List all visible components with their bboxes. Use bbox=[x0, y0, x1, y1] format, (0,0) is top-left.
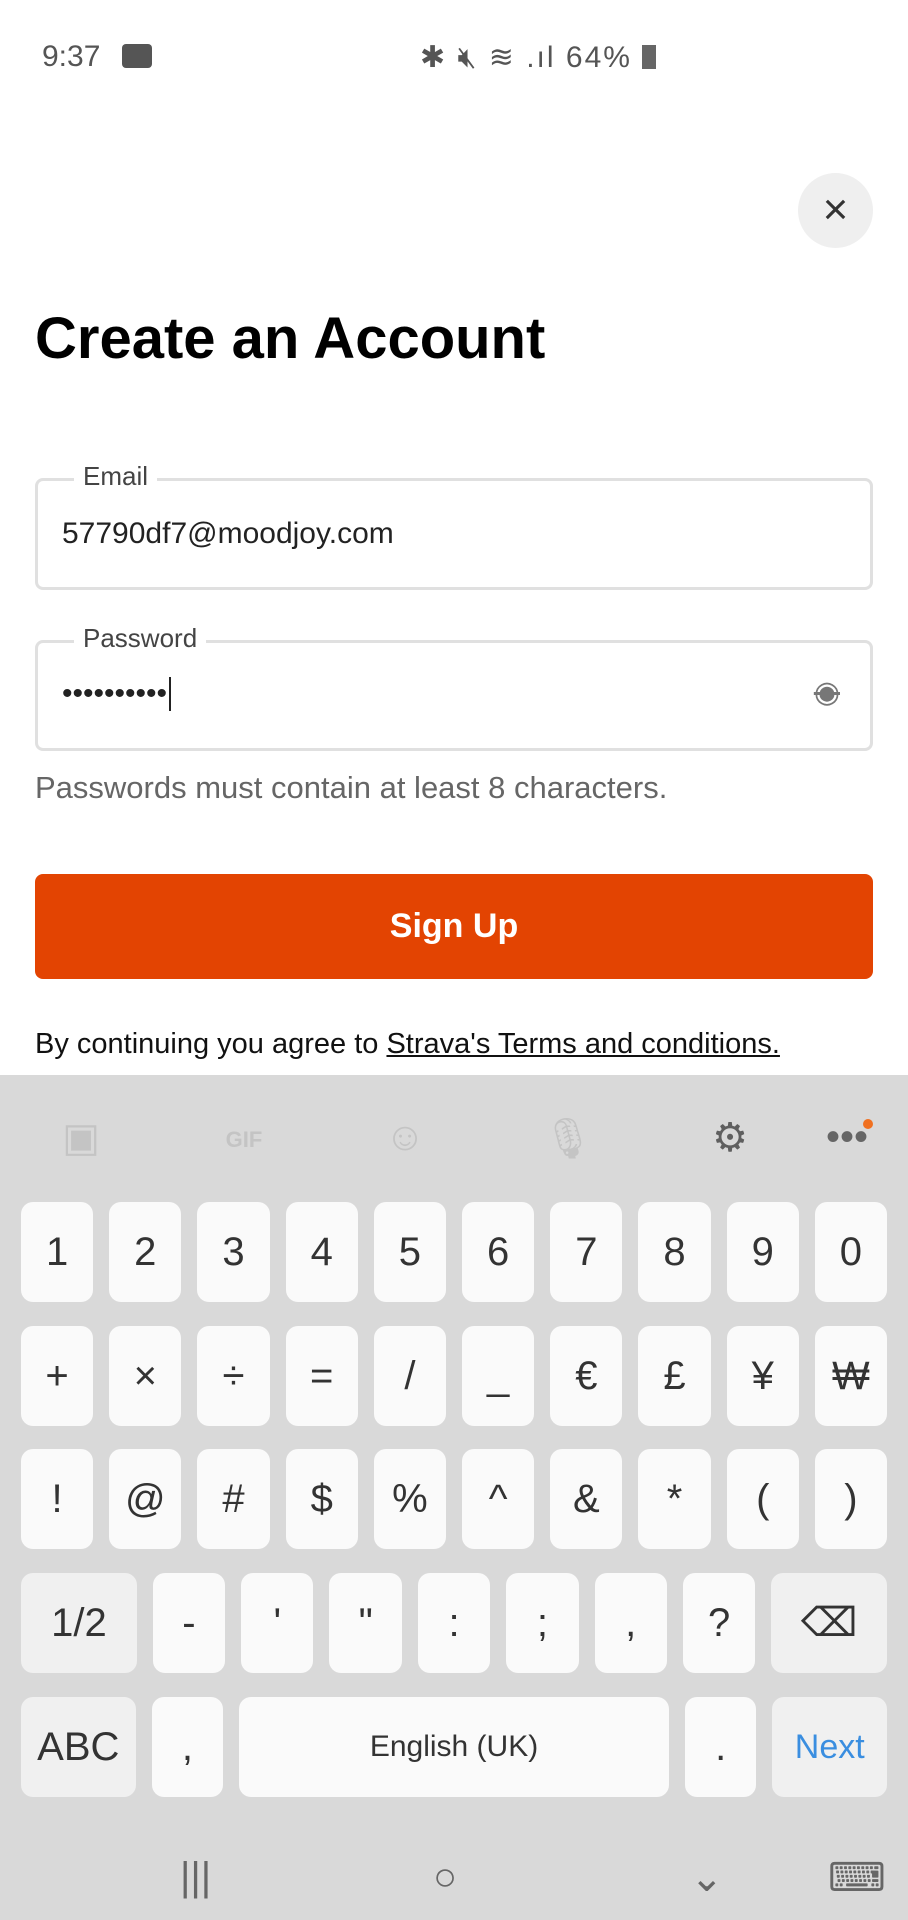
key[interactable]: € bbox=[550, 1326, 623, 1426]
key[interactable]: ! bbox=[21, 1449, 94, 1549]
key[interactable]: ₩ bbox=[814, 1326, 888, 1426]
terms-link[interactable]: Strava's Terms and conditions. bbox=[386, 1028, 779, 1060]
keyboard-icon[interactable]: ⌨ bbox=[828, 1855, 886, 1901]
terms-prefix: By continuing you agree to bbox=[35, 1028, 387, 1060]
next-key[interactable]: Next bbox=[772, 1697, 888, 1797]
key[interactable]: @ bbox=[109, 1449, 182, 1549]
status-icons: ✱ 🔇︎ ≋ .ıl 64% bbox=[420, 40, 657, 75]
key[interactable]: $ bbox=[285, 1449, 358, 1549]
bluetooth-icon: ✱ bbox=[420, 41, 448, 74]
key[interactable]: ? bbox=[682, 1573, 756, 1673]
key-row-4: 1/2- ' ":;,? ⌫ bbox=[21, 1573, 888, 1673]
recent-apps-icon[interactable]: ||| bbox=[180, 1855, 211, 1900]
key[interactable]: 0 bbox=[814, 1202, 888, 1302]
settings-icon[interactable]: ⚙ bbox=[700, 1115, 760, 1161]
sign-up-button[interactable]: Sign Up bbox=[35, 874, 873, 979]
key[interactable]: ) bbox=[814, 1449, 888, 1549]
key-period[interactable]: . bbox=[684, 1697, 757, 1797]
close-button[interactable]: × bbox=[798, 173, 873, 248]
key[interactable]: # bbox=[197, 1449, 270, 1549]
terms-text: By continuing you agree to Strava's Term… bbox=[35, 1028, 780, 1061]
emoji-icon[interactable]: ☺ bbox=[375, 1115, 435, 1160]
key[interactable]: 8 bbox=[638, 1202, 711, 1302]
sticker-icon[interactable]: ▣ bbox=[51, 1115, 111, 1161]
email-value: 57790df7@moodjoy.com bbox=[62, 517, 394, 550]
key[interactable]: ¥ bbox=[726, 1326, 799, 1426]
page-title: Create an Account bbox=[35, 306, 546, 371]
key[interactable]: £ bbox=[638, 1326, 711, 1426]
key-half-toggle[interactable]: 1/2 bbox=[21, 1573, 137, 1673]
email-field[interactable]: Email 57790df7@moodjoy.com bbox=[35, 461, 873, 590]
key[interactable]: + bbox=[21, 1326, 94, 1426]
mic-icon[interactable]: 🎙︎ bbox=[538, 1115, 598, 1162]
more-icon[interactable]: ••• bbox=[817, 1115, 877, 1160]
key[interactable]: , bbox=[594, 1573, 667, 1673]
battery-percent: 64% bbox=[565, 41, 632, 74]
key[interactable]: _ bbox=[462, 1326, 535, 1426]
password-value: •••••••••• bbox=[62, 677, 172, 711]
eye-off-icon[interactable]: ◉ bbox=[814, 675, 840, 710]
key[interactable]: 7 bbox=[550, 1202, 623, 1302]
password-label: Password bbox=[74, 623, 207, 654]
key[interactable]: ^ bbox=[462, 1449, 535, 1549]
email-label: Email bbox=[74, 461, 158, 492]
wifi-icon: ≋ bbox=[488, 41, 516, 74]
key-comma[interactable]: , bbox=[151, 1697, 224, 1797]
password-field[interactable]: Password •••••••••• ◉ bbox=[35, 623, 873, 751]
status-time: 9:37 bbox=[42, 40, 101, 73]
key[interactable]: 1 bbox=[21, 1202, 94, 1302]
keyboard: ▣ GIF ☺ 🎙︎ ⚙ ••• 1234567890 + × ÷ = / _ € £ ¥ ₩ !… bbox=[0, 1075, 908, 1920]
key[interactable]: 4 bbox=[285, 1202, 358, 1302]
back-icon[interactable]: ⌄ bbox=[690, 1855, 724, 1901]
backspace-icon[interactable]: ⌫ bbox=[771, 1573, 888, 1673]
home-icon[interactable]: ○ bbox=[433, 1855, 457, 1900]
key[interactable]: ÷ bbox=[197, 1326, 270, 1426]
key[interactable]: ; bbox=[506, 1573, 579, 1673]
key-abc[interactable]: ABC bbox=[21, 1697, 136, 1797]
space-key[interactable]: English (UK) bbox=[239, 1697, 669, 1797]
key[interactable]: 9 bbox=[726, 1202, 799, 1302]
key[interactable]: " bbox=[329, 1573, 402, 1673]
key-row-3: ! @ # $% ^ & *() bbox=[21, 1449, 888, 1549]
key[interactable]: * bbox=[638, 1449, 711, 1549]
status-bar: 9:37 ✱ 🔇︎ ≋ .ıl 64% bbox=[0, 30, 908, 80]
battery-icon bbox=[642, 45, 657, 69]
gif-icon[interactable]: GIF bbox=[214, 1127, 274, 1153]
mute-icon: 🔇︎ bbox=[457, 41, 479, 74]
key-row-1: 1234567890 bbox=[21, 1202, 888, 1302]
nav-bar: ||| ○ ⌄ ⌨ bbox=[0, 1845, 908, 1920]
key[interactable]: & bbox=[550, 1449, 623, 1549]
key[interactable]: 3 bbox=[197, 1202, 270, 1302]
key[interactable]: % bbox=[373, 1449, 447, 1549]
close-icon: × bbox=[822, 185, 849, 234]
key[interactable]: 6 bbox=[462, 1202, 535, 1302]
key[interactable]: : bbox=[417, 1573, 491, 1673]
key[interactable]: ( bbox=[726, 1449, 799, 1549]
key[interactable]: × bbox=[109, 1326, 182, 1426]
key[interactable]: / bbox=[373, 1326, 447, 1426]
screen-record-icon bbox=[122, 44, 152, 68]
key[interactable]: 2 bbox=[109, 1202, 182, 1302]
signal-icon: .ıl bbox=[526, 41, 556, 74]
key-row-5: ABC, English (UK). Next bbox=[21, 1697, 888, 1797]
key-row-2: + × ÷ = / _ € £ ¥ ₩ bbox=[21, 1326, 888, 1426]
key[interactable]: ' bbox=[241, 1573, 314, 1673]
key[interactable]: - bbox=[152, 1573, 226, 1673]
password-helper-text: Passwords must contain at least 8 charac… bbox=[35, 770, 668, 805]
key[interactable]: = bbox=[285, 1326, 358, 1426]
key[interactable]: 5 bbox=[373, 1202, 447, 1302]
